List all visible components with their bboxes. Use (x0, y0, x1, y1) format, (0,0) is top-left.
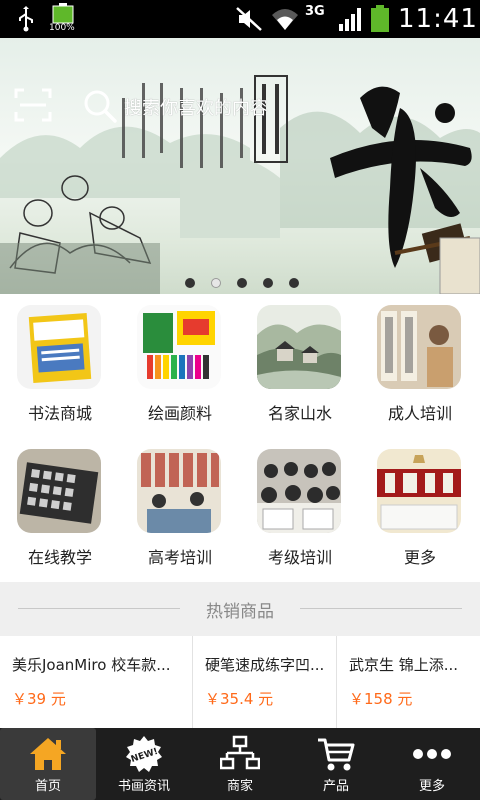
usb-icon (19, 6, 33, 32)
product-price: ￥35.4 元 (205, 690, 274, 708)
scan-icon[interactable] (14, 88, 52, 122)
search-icon (84, 90, 117, 123)
calligraphy-book-thumb (17, 305, 101, 389)
tab-more[interactable]: 更多 (384, 728, 480, 800)
category-online-teaching[interactable]: 在线教学 (0, 438, 120, 582)
wifi-icon (272, 9, 298, 30)
carousel-dot[interactable] (289, 278, 299, 288)
mute-icon (236, 7, 262, 31)
category-label: 考级培训 (267, 548, 332, 567)
hot-products-header: 热销商品 (0, 582, 480, 636)
category-label: 书法商城 (27, 404, 92, 423)
category-exam-training[interactable]: 高考培训 (120, 438, 240, 582)
search-placeholder[interactable]: 搜索你喜欢的内容 (124, 94, 268, 120)
carousel-dot[interactable] (185, 278, 195, 288)
adult-training-thumb (377, 305, 461, 389)
category-label: 绘画颜料 (147, 404, 212, 423)
cart-icon (318, 738, 355, 771)
hot-products-list: 美乐JoanMiro 校车款... ￥39 元 硬笔速成练字凹... ￥35.4… (0, 636, 480, 728)
product-price: ￥158 元 (349, 690, 413, 708)
merchant-icon (220, 735, 260, 770)
product-card[interactable]: 武京生 锦上添... ￥158 元 (337, 636, 480, 728)
online-teaching-thumb (17, 449, 101, 533)
section-title: 热销商品 (206, 602, 274, 622)
category-landscape-art[interactable]: 名家山水 (240, 294, 360, 438)
category-label: 成人培训 (387, 404, 452, 423)
clock: 11:41 (398, 4, 478, 34)
tab-label: 书画资讯 (117, 779, 170, 794)
tab-merchant[interactable]: 商家 (192, 728, 288, 800)
banner-artwork (0, 75, 480, 294)
category-calligraphy-mall[interactable]: 书法商城 (0, 294, 120, 438)
more-thumb (377, 449, 461, 533)
network-type-label: 3G (305, 4, 325, 19)
product-name: 美乐JoanMiro 校车款... (12, 656, 171, 674)
tab-home[interactable]: 首页 (0, 728, 96, 800)
tab-label: 首页 (34, 779, 61, 794)
search-bar[interactable]: 搜索你喜欢的内容 (82, 88, 302, 124)
category-label: 更多 (403, 548, 436, 567)
category-label: 在线教学 (27, 548, 92, 567)
category-adult-training[interactable]: 成人培训 (360, 294, 480, 438)
product-price: ￥39 元 (12, 690, 66, 708)
promo-banner[interactable]: 搜索你喜欢的内容 (0, 38, 480, 294)
landscape-painting-thumb (257, 305, 341, 389)
home-icon (30, 738, 66, 770)
category-more[interactable]: 更多 (360, 438, 480, 582)
tab-label: 商家 (226, 779, 253, 794)
carousel-dot-active[interactable] (211, 278, 221, 288)
category-grade-exam[interactable]: 考级培训 (240, 438, 360, 582)
grade-exam-thumb (257, 449, 341, 533)
status-bar: 100% 3G 11:41 (0, 0, 480, 38)
product-name: 武京生 锦上添... (349, 656, 459, 674)
bottom-tab-bar: 首页 NEW! 书画资讯 商家 产品 更多 (0, 728, 480, 800)
product-name: 硬笔速成练字凹... (205, 656, 325, 674)
product-card[interactable]: 美乐JoanMiro 校车款... ￥39 元 (0, 636, 193, 728)
exam-training-thumb (137, 449, 221, 533)
category-paint-supplies[interactable]: 绘画颜料 (120, 294, 240, 438)
carousel-dot[interactable] (237, 278, 247, 288)
signal-strength-icon (339, 8, 361, 31)
more-dots-icon (413, 749, 451, 759)
battery-icon (371, 5, 389, 32)
battery-percent-text: 100% (49, 23, 75, 33)
tab-label: 更多 (418, 779, 445, 794)
product-card[interactable]: 硬笔速成练字凹... ￥35.4 元 (193, 636, 337, 728)
tab-label: 产品 (322, 779, 349, 794)
carousel-dot[interactable] (263, 278, 273, 288)
category-grid: 书法商城 绘画颜料 名家山水 成人培训 在线教学 高考培训 考级培训 更多 (0, 294, 480, 582)
paint-supplies-thumb (137, 305, 221, 389)
tab-news[interactable]: NEW! 书画资讯 (96, 728, 192, 800)
tab-products[interactable]: 产品 (288, 728, 384, 800)
category-label: 高考培训 (147, 548, 212, 567)
category-label: 名家山水 (267, 404, 332, 423)
carousel-indicator (185, 278, 299, 288)
news-icon: NEW! (126, 736, 162, 772)
